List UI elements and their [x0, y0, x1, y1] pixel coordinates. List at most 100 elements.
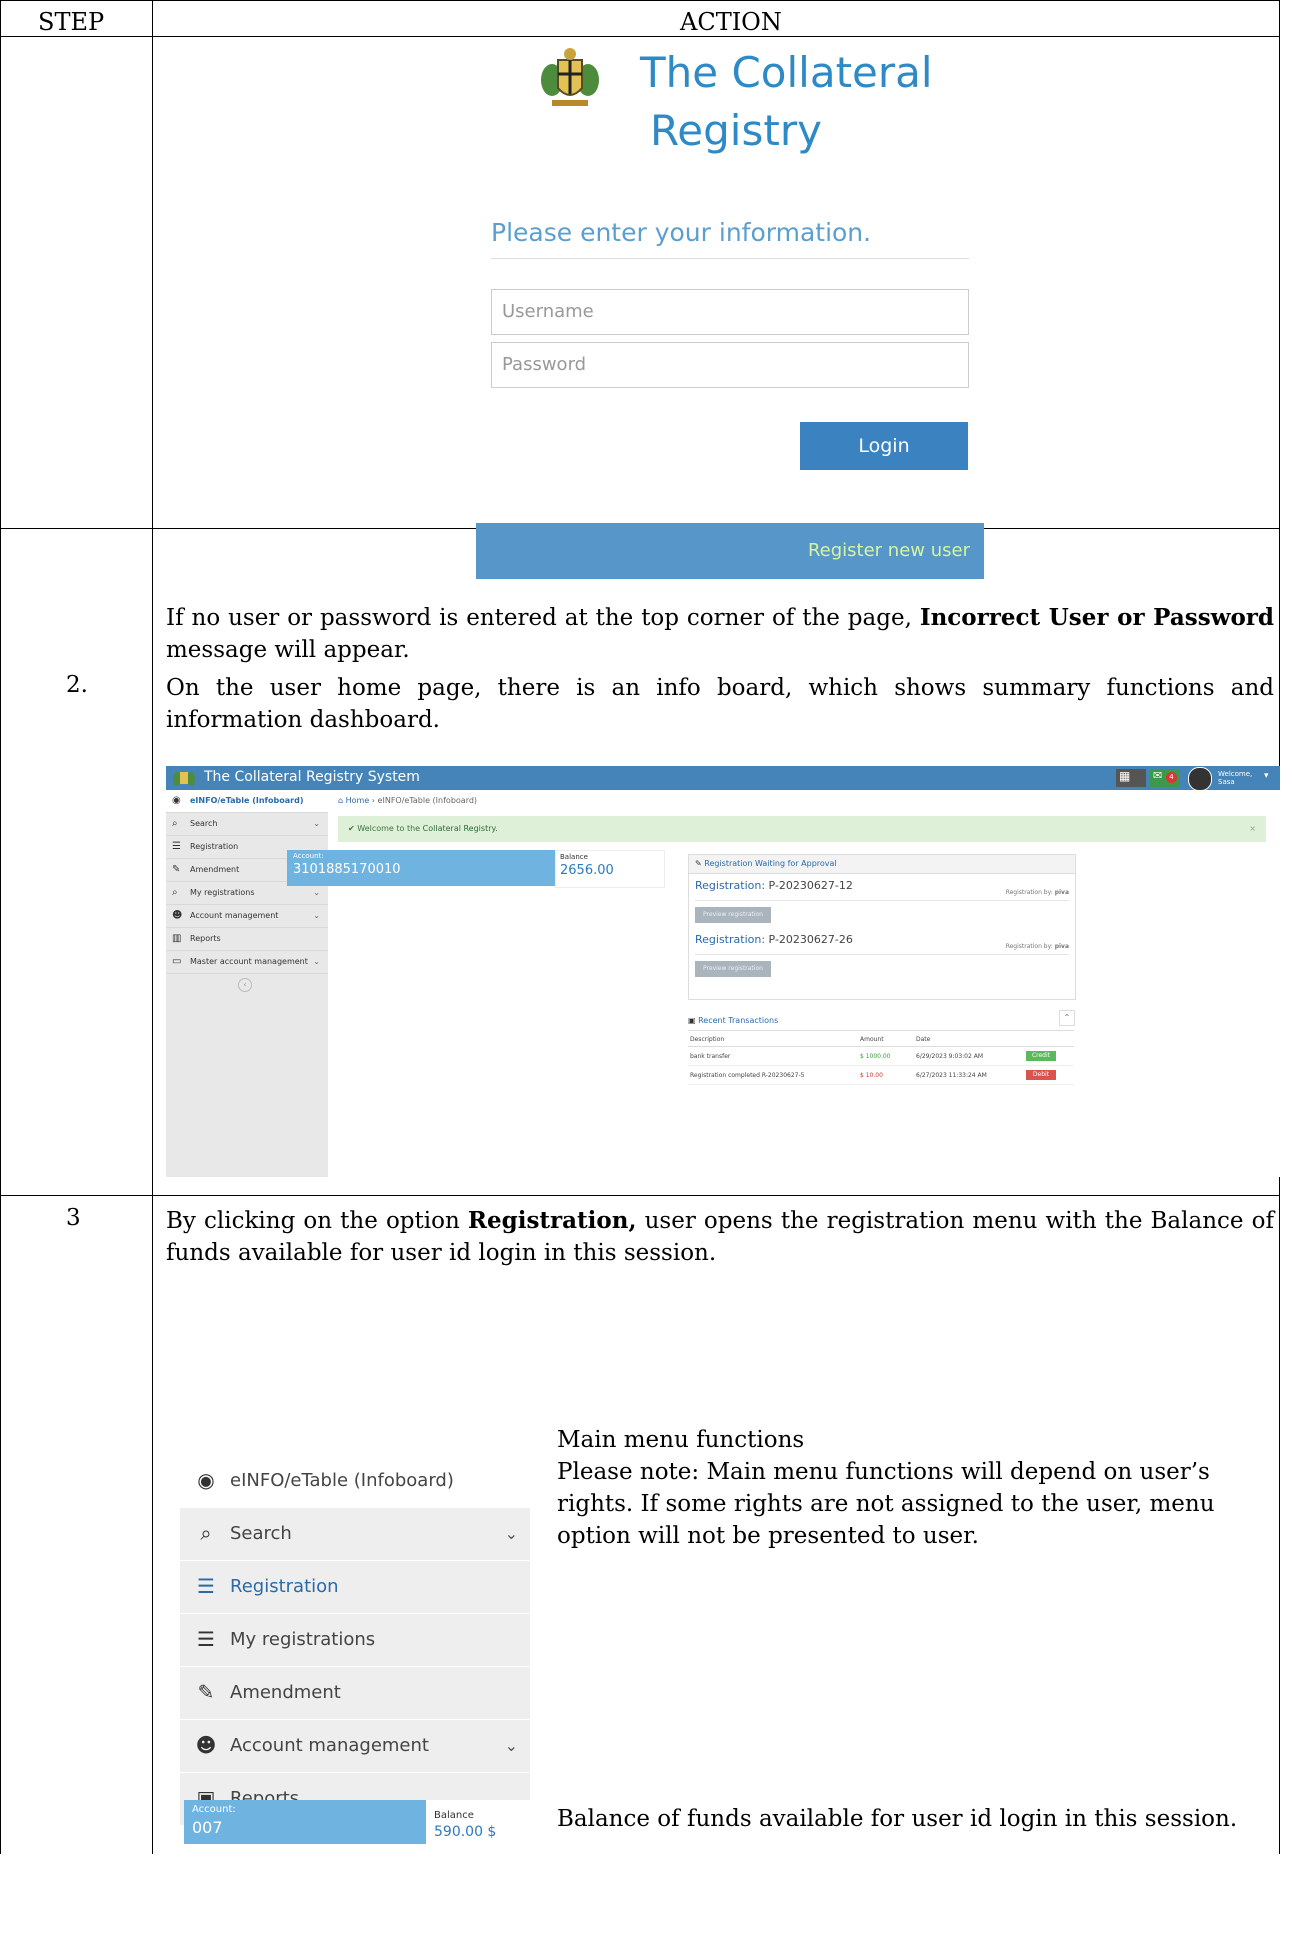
chart-icon: ▥: [172, 933, 182, 944]
menu-caption-note: Please note: Main menu functions will de…: [557, 1459, 1215, 1549]
users-icon: ☻: [195, 1733, 217, 1757]
table-row: Registration completed R-20230627-5 $ 10…: [688, 1066, 1074, 1085]
menu-item-label: Search: [230, 1523, 292, 1544]
breadcrumb-home[interactable]: Home: [346, 796, 370, 805]
chevron-down-icon: ⌄: [313, 819, 320, 828]
preview-registration-button[interactable]: Preview registration: [695, 907, 771, 923]
sidebar-item-reports[interactable]: ▥ Reports: [166, 928, 328, 951]
chevron-down-icon: ⌄: [313, 911, 320, 920]
registration-by-user: piva: [1054, 889, 1069, 896]
welcome-banner: ✔ Welcome to the Collateral Registry. ×: [338, 816, 1266, 842]
messages-button[interactable]: ✉ 4: [1150, 769, 1180, 787]
sidebar-item-label: Search: [190, 819, 218, 828]
sidebar-item-master-account[interactable]: ▭ Master account management ⌄: [166, 951, 328, 974]
collapse-sidebar-button[interactable]: ‹: [238, 978, 252, 992]
monitor-icon: ▭: [172, 956, 182, 967]
menu-item-label: Amendment: [230, 1682, 341, 1703]
step3-number: 3: [66, 1205, 81, 1231]
step3-text-bold: Registration,: [467, 1207, 637, 1234]
logo-title-line1: The Collateral: [640, 48, 933, 97]
avatar[interactable]: [1188, 767, 1212, 791]
money-icon: ▣: [688, 1016, 696, 1025]
username-field[interactable]: Username: [491, 289, 969, 335]
chevron-down-icon: ⌄: [504, 1736, 518, 1755]
registration-by-1: Registration by: piva: [1006, 889, 1069, 896]
breadcrumb-current: eINFO/eTable (Infoboard): [377, 796, 478, 805]
menu-item-search[interactable]: ⌕ Search ⌄: [180, 1508, 530, 1561]
search-icon: ⌕: [172, 818, 178, 829]
table-border-top: [0, 0, 1280, 1]
step1-note: If no user or password is entered at the…: [166, 602, 1274, 666]
menu-item-amendment[interactable]: ✎ Amendment: [180, 1667, 530, 1720]
users-icon: ☻: [172, 910, 183, 921]
sidebar-item-label: eINFO/eTable (Infoboard): [190, 796, 304, 805]
breadcrumb: ⌂ Home › eINFO/eTable (Infoboard): [338, 796, 477, 805]
menu-item-label: Account management: [230, 1735, 429, 1756]
divider: [695, 900, 1069, 901]
step1-note-tail: message will appear.: [166, 637, 410, 663]
coat-of-arms-logo: [538, 44, 602, 112]
dashboard-screenshot: The Collateral Registry System ▦ ✉ 4 Wel…: [166, 766, 1280, 1177]
chat-icon: ✉: [1153, 769, 1163, 782]
menu-item-registration[interactable]: ☰ Registration: [180, 1561, 530, 1614]
welcome-banner-text: ✔ Welcome to the: [348, 824, 423, 833]
dashboard-icon: ◉: [197, 1468, 215, 1492]
menu-item-account-management[interactable]: ☻ Account management ⌄: [180, 1720, 530, 1773]
registration-id: P-20230627-12: [768, 879, 853, 892]
preview-registration-button[interactable]: Preview registration: [695, 961, 771, 977]
step2-number: 2.: [66, 672, 88, 698]
column-header-description[interactable]: Description: [690, 1036, 724, 1043]
sidebar-item-label: Reports: [190, 934, 221, 943]
close-icon[interactable]: ×: [1249, 816, 1256, 842]
balance-box-small: Balance 590.00 $: [426, 1800, 536, 1844]
registration-label: Registration:: [695, 933, 766, 946]
registration-entry-2: Registration: P-20230627-26: [695, 933, 853, 946]
column-header-amount[interactable]: Amount: [860, 1036, 884, 1043]
approval-panel: ✎ Registration Waiting for Approval Regi…: [688, 854, 1076, 1000]
step1-note-bold: Incorrect User or Password: [919, 604, 1274, 631]
grid-menu-button[interactable]: ▦: [1116, 769, 1146, 787]
dashboard-icon: ◉: [172, 795, 181, 806]
header-action: ACTION: [680, 8, 782, 36]
step3-text-lead: By clicking on the option: [166, 1208, 468, 1234]
login-button[interactable]: Login: [800, 422, 968, 470]
password-field[interactable]: Password: [491, 342, 969, 388]
sidebar-item-infoboard[interactable]: ◉ eINFO/eTable (Infoboard): [166, 790, 328, 813]
user-menu-chevron-icon[interactable]: ▾: [1264, 771, 1269, 781]
sidebar-item-label: Account management: [190, 911, 279, 920]
menu-item-infoboard[interactable]: ◉ eINFO/eTable (Infoboard): [180, 1455, 530, 1508]
column-divider: [152, 0, 153, 1854]
menu-item-label: eINFO/eTable (Infoboard): [230, 1470, 454, 1491]
column-header-date[interactable]: Date: [916, 1036, 930, 1043]
account-box: Account: 3101885170010: [287, 850, 555, 886]
tx-description: Registration completed R-20230627-5: [690, 1072, 805, 1079]
sidebar-item-search[interactable]: ⌕ Search ⌄: [166, 813, 328, 836]
menu-item-label: My registrations: [230, 1629, 376, 1650]
table-border-left: [0, 0, 1, 1854]
transactions-table: Description Amount Date bank transfer $ …: [688, 1032, 1074, 1177]
pencil-icon: ✎: [197, 1680, 215, 1704]
breadcrumb-separator: ›: [371, 796, 375, 805]
divider: [695, 954, 1069, 955]
table-header-row: Description Amount Date: [688, 1032, 1074, 1047]
collapse-transactions-button[interactable]: ⌃: [1059, 1010, 1075, 1026]
credit-badge: Credit: [1026, 1051, 1056, 1061]
step3-text: By clicking on the option Registration, …: [166, 1205, 1274, 1269]
account-label: Account:: [293, 852, 324, 860]
tx-date: 6/27/2023 11:33:24 AM: [916, 1072, 987, 1079]
list-icon: ☰: [172, 841, 181, 852]
sidebar-item-account-management[interactable]: ☻ Account management ⌄: [166, 905, 328, 928]
menu-item-my-registrations[interactable]: ☰ My registrations: [180, 1614, 530, 1667]
search-icon: ⌕: [200, 1521, 212, 1545]
account-label: Account:: [192, 1804, 236, 1815]
welcome-user: Welcome, Sasa: [1218, 770, 1253, 786]
tx-amount: $ 1000.00: [860, 1053, 891, 1060]
tx-amount: $ 10.00: [860, 1072, 883, 1079]
app-title: The Collateral Registry System: [204, 769, 420, 785]
registration-by-user: piva: [1054, 943, 1069, 950]
approval-panel-title: Registration Waiting for Approval: [704, 859, 837, 868]
balance-box: Balance 2656.00: [555, 850, 665, 888]
register-new-user-button[interactable]: Register new user: [476, 523, 984, 579]
logo-title-line2: Registry: [650, 106, 822, 155]
header-logo-icon: [172, 768, 196, 788]
